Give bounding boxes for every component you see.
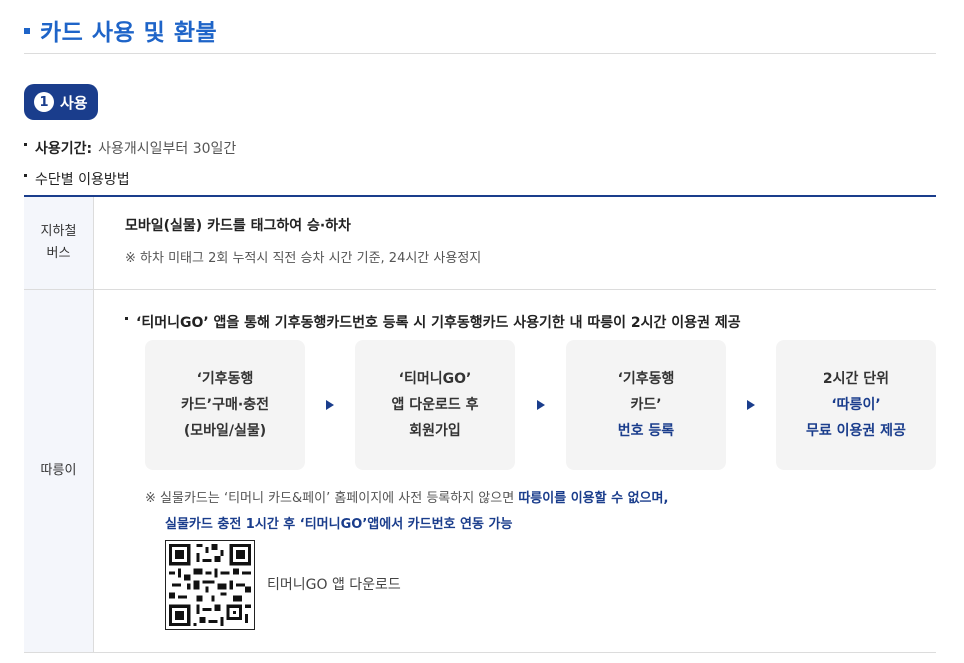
step-number: 1 (34, 92, 54, 112)
bullet-icon (24, 142, 27, 146)
bullet-icon (24, 173, 27, 177)
step-text: ‘기후동행 (617, 371, 675, 387)
step-text: 카드’구매·충전 (181, 397, 269, 413)
step-text: ‘기후동행 (196, 371, 254, 387)
step-text: ‘따릉이’ (831, 397, 881, 413)
table-row-ttareungi: 따릉이 ‘티머니GO’ 앱을 통해 기후동행카드번호 등록 시 기후동행카드 사… (24, 290, 936, 653)
section-header: 카드 사용 및 환불 (24, 10, 936, 54)
arrow-right-icon (537, 400, 545, 410)
process-step-1: ‘기후동행 카드’구매·충전 (모바일/실물) (145, 340, 305, 470)
table-row-subway-bus: 지하철 버스 모바일(실물) 카드를 태그하여 승·하차 ※ 하차 미태그 2회… (24, 197, 936, 290)
page-title: 카드 사용 및 환불 (40, 19, 218, 46)
step-text: 번호 등록 (617, 423, 675, 439)
usage-table: 지하철 버스 모바일(실물) 카드를 태그하여 승·하차 ※ 하차 미태그 2회… (24, 195, 936, 653)
ttareungi-bullet-text: ‘티머니GO’ 앱을 통해 기후동행카드번호 등록 시 기후동행카드 사용기한 … (136, 315, 741, 331)
usage-method: 수단별 이용방법 (24, 169, 130, 189)
step-text: 회원가입 (409, 423, 461, 439)
usage-period: 사용기간: 사용개시일부터 30일간 (24, 138, 236, 158)
ttareungi-notes: ※ 실물카드는 ‘티머니 카드&페이’ 홈페이지에 사전 등록하지 않으면 따릉… (145, 486, 668, 538)
subway-bus-note: ※ 하차 미태그 2회 누적시 직전 승차 시간 기준, 24시간 사용정지 (125, 251, 482, 266)
step-text: 2시간 단위 (822, 371, 890, 387)
process-step-4: 2시간 단위 ‘따릉이’ 무료 이용권 제공 (776, 340, 936, 470)
step-text: (모바일/실물) (183, 423, 267, 439)
usage-method-label: 수단별 이용방법 (35, 172, 130, 188)
step-badge: 1 사용 (24, 84, 98, 120)
step-text: 앱 다운로드 후 (391, 397, 479, 413)
note-line-2: 실물카드 충전 1시간 후 ‘티머니GO’앱에서 카드번호 연동 가능 (165, 517, 513, 532)
qr-label: 티머니GO 앱 다운로드 (267, 577, 401, 593)
step-text: ‘티머니GO’ (398, 371, 472, 387)
bullet-icon (125, 316, 128, 320)
process-step-2: ‘티머니GO’ 앱 다운로드 후 회원가입 (355, 340, 515, 470)
process-step-3: ‘기후동행 카드’ 번호 등록 (566, 340, 726, 470)
note-highlight: 따릉이를 이용할 수 없으며, (518, 491, 669, 506)
arrow-right-icon (747, 400, 755, 410)
row-body-ttareungi: ‘티머니GO’ 앱을 통해 기후동행카드번호 등록 시 기후동행카드 사용기한 … (94, 290, 936, 652)
row-head-line: 버스 (46, 246, 71, 261)
title-bullet-icon (24, 27, 30, 34)
row-body-subway-bus: 모바일(실물) 카드를 태그하여 승·하차 ※ 하차 미태그 2회 누적시 직전… (94, 197, 936, 289)
step-text: 카드’ (630, 397, 662, 413)
step-label: 사용 (60, 93, 88, 112)
note-text: ※ 실물카드는 ‘티머니 카드&페이’ 홈페이지에 사전 등록하지 않으면 (145, 491, 519, 506)
arrow-right-icon (326, 400, 334, 410)
row-head-subway-bus: 지하철 버스 (24, 197, 94, 289)
qr-code-icon[interactable] (165, 540, 255, 630)
subway-bus-main: 모바일(실물) 카드를 태그하여 승·하차 (125, 218, 351, 234)
process-steps: ‘기후동행 카드’구매·충전 (모바일/실물) ‘티머니GO’ 앱 다운로드 후… (145, 340, 936, 470)
row-head-ttareungi: 따릉이 (24, 290, 94, 652)
step-text: 무료 이용권 제공 (806, 423, 906, 439)
row-head-line: 지하철 (40, 224, 77, 239)
ttareungi-bullet: ‘티머니GO’ 앱을 통해 기후동행카드번호 등록 시 기후동행카드 사용기한 … (125, 312, 741, 332)
usage-period-label: 사용기간: (35, 141, 93, 157)
usage-period-value: 사용개시일부터 30일간 (98, 141, 237, 157)
